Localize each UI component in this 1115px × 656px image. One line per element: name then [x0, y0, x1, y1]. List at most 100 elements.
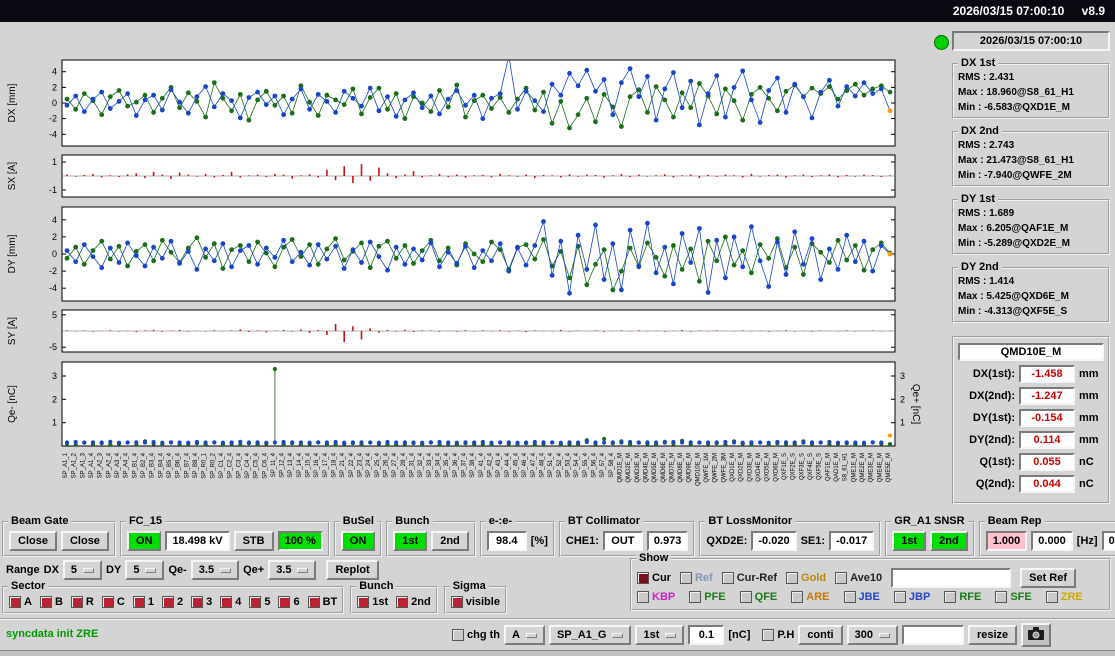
bpm-dropdown[interactable]: SP_A1_G	[548, 625, 632, 645]
svg-text:2: 2	[52, 232, 57, 242]
show-rfe-checkbox[interactable]: RFE	[944, 591, 981, 603]
bunch-2nd-checkbox[interactable]: 2nd	[396, 596, 431, 608]
sigma-visible-checkbox[interactable]: visible	[450, 596, 500, 608]
replot-button[interactable]: Replot	[326, 560, 379, 580]
beam-gate-close-button-1[interactable]: Close	[9, 531, 57, 551]
checkbox-icon	[450, 596, 463, 608]
svg-text:SP_B8_4: SP_B8_4	[193, 452, 199, 478]
fc15-on-button[interactable]: ON	[126, 531, 162, 551]
monitor-row-value: 0.055	[1019, 453, 1075, 471]
sector-checkbox-4[interactable]: 4	[220, 596, 241, 608]
option-menu-dash-icon	[297, 567, 309, 573]
section-dropdown[interactable]: A	[504, 625, 545, 645]
resize-button[interactable]: resize	[967, 625, 1018, 645]
ref-name-input[interactable]	[891, 568, 1012, 588]
fc15-stb-button[interactable]: STB	[233, 531, 274, 551]
option-menu-dash-icon	[878, 632, 890, 638]
fc15-title: FC_15	[125, 515, 165, 528]
show-kbp-checkbox[interactable]: KBP	[637, 591, 675, 603]
show-row-1: Cur Ref Cur-Ref Gold Ave10 Set Ref	[637, 568, 1104, 588]
beam-gate-close-button-2[interactable]: Close	[60, 531, 109, 551]
sector-checkbox-bt[interactable]: BT	[307, 596, 337, 608]
sector-checkbox-r[interactable]: R	[70, 596, 94, 608]
show-cur-checkbox[interactable]: Cur	[637, 572, 671, 584]
show-zre-checkbox[interactable]: ZRE	[1045, 591, 1083, 603]
svg-text:QMD7E_M: QMD7E_M	[669, 453, 675, 483]
interval-dropdown[interactable]: 300	[846, 625, 898, 645]
monitor-row-unit: nC	[1079, 478, 1094, 490]
checkbox-icon	[307, 596, 320, 608]
screenshot-button[interactable]	[1021, 623, 1052, 647]
svg-text:2: 2	[900, 394, 905, 404]
svg-text:SP_52_4: SP_52_4	[557, 452, 563, 477]
beam-rep-value-1: 1.000	[985, 531, 1028, 551]
qxd2e-value: -0.020	[751, 531, 797, 551]
range-dx-dropdown[interactable]: 5	[62, 560, 103, 580]
monitor-row: DY(1st): -0.154 mm	[958, 409, 1104, 427]
bunch-2nd-button[interactable]: 2nd	[431, 531, 469, 551]
stat-group-title: DY 1st	[958, 193, 999, 206]
bt-lossmonitor-title: BT LossMonitor	[705, 515, 796, 528]
stat-line: Min : -4.313@QXF5E_S	[958, 306, 1068, 317]
gr-a1-2nd-button[interactable]: 2nd	[930, 531, 968, 551]
svg-text:SP_18_4: SP_18_4	[332, 452, 338, 477]
sector-checkbox-6[interactable]: 6	[278, 596, 300, 608]
checkbox-icon	[220, 596, 233, 608]
set-ref-button[interactable]: Set Ref	[1020, 568, 1077, 588]
gr-a1-1st-button[interactable]: 1st	[892, 531, 927, 551]
monitor-row-unit: nC	[1079, 456, 1094, 468]
stat-line: Max : 5.425@QXD6E_M	[958, 291, 1069, 302]
threshold-input[interactable]	[688, 625, 725, 645]
monitor-row-label: DY(1st):	[972, 412, 1015, 424]
sector-checkbox-2[interactable]: 2	[161, 596, 183, 608]
show-pfe-checkbox[interactable]: PFE	[689, 591, 726, 603]
stat-line: Min : -6.583@QXD1E_M	[958, 102, 1071, 113]
sector-checkbox-b[interactable]: B	[39, 596, 63, 608]
svg-text:SP_57_4: SP_57_4	[600, 452, 606, 477]
svg-text:SP_45_4: SP_45_4	[514, 452, 520, 477]
show-jbp-checkbox[interactable]: JBP	[893, 591, 930, 603]
show-ave10-checkbox[interactable]: Ave10	[835, 572, 882, 584]
bunch-dropdown[interactable]: 1st	[635, 625, 685, 645]
busel-on-button[interactable]: ON	[340, 531, 376, 551]
titlebar-datetime: 2026/03/15 07:00:10	[952, 4, 1065, 18]
sector-checkbox-1[interactable]: 1	[132, 596, 154, 608]
svg-text:QMD9E_M: QMD9E_M	[687, 453, 693, 483]
checkbox-icon	[39, 596, 52, 608]
show-are-checkbox[interactable]: ARE	[791, 591, 830, 603]
conti-button[interactable]: conti	[798, 625, 843, 645]
sector-title: Sector	[8, 580, 49, 593]
show-qfe-checkbox[interactable]: QFE	[739, 591, 777, 603]
show-jbe-checkbox[interactable]: JBE	[843, 591, 880, 603]
show-sfe-checkbox[interactable]: SFE	[995, 591, 1032, 603]
sector-checkbox-5[interactable]: 5	[249, 596, 270, 608]
range-label: Range	[6, 564, 40, 576]
stat-group-dy1: DY 1st RMS : 1.689 Max : 6.205@QAF1E_M M…	[952, 193, 1110, 255]
show-cur-ref-checkbox[interactable]: Cur-Ref	[721, 572, 777, 584]
show-ref-checkbox[interactable]: Ref	[679, 572, 713, 584]
show-gold-checkbox[interactable]: Gold	[786, 572, 826, 584]
bunch-1st-button[interactable]: 1st	[393, 531, 428, 551]
range-dy-dropdown[interactable]: 5	[125, 560, 165, 580]
chg-th-checkbox[interactable]: chg th	[452, 629, 500, 641]
svg-text:2: 2	[52, 394, 57, 404]
sector-checkbox-3[interactable]: 3	[191, 596, 212, 608]
range-qem-dropdown[interactable]: 3.5	[190, 560, 240, 580]
checkbox-icon	[893, 591, 906, 603]
svg-text:SP_46_4: SP_46_4	[522, 452, 528, 477]
svg-text:-2: -2	[49, 114, 57, 124]
svg-text:SP_27_4: SP_27_4	[392, 452, 398, 477]
checkbox-icon	[791, 591, 804, 603]
extra-input[interactable]	[901, 625, 964, 645]
bunch-1st-checkbox[interactable]: 1st	[357, 596, 388, 608]
ph-checkbox[interactable]: P.H	[762, 629, 794, 641]
stat-line: Max : 21.473@S8_61_H1	[958, 155, 1074, 166]
svg-text:SP_B7_4: SP_B7_4	[184, 452, 190, 478]
svg-text:SP_28_4: SP_28_4	[401, 452, 407, 477]
range-qep-dropdown[interactable]: 3.5	[268, 560, 317, 580]
sector-checkbox-a[interactable]: A	[9, 596, 32, 608]
svg-text:SP_35_4: SP_35_4	[444, 452, 450, 477]
sector-checkbox-c[interactable]: C	[101, 596, 125, 608]
svg-text:QXF2E_S: QXF2E_S	[791, 453, 797, 480]
range-qem-label: Qe-	[168, 564, 187, 576]
